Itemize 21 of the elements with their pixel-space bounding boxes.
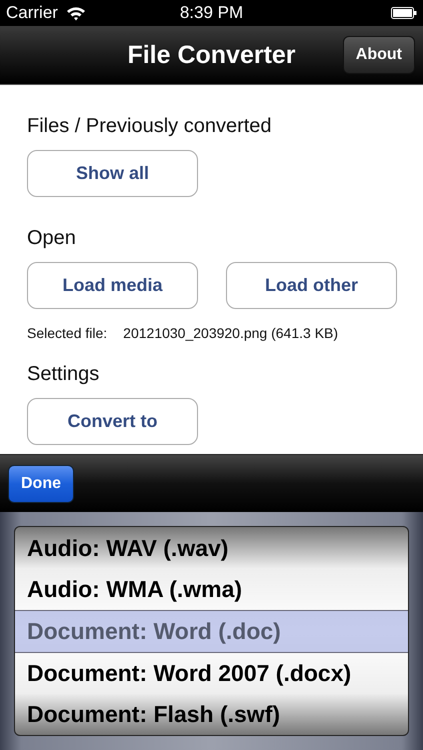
about-button[interactable]: About: [342, 36, 415, 74]
picker-option[interactable]: Document: Word (.doc): [15, 610, 408, 652]
action-button[interactable]: Load media: [27, 262, 198, 309]
picker-option[interactable]: Document: Word 2007 (.docx): [15, 652, 408, 694]
action-button[interactable]: Show all: [27, 150, 198, 197]
action-button[interactable]: Load other: [226, 262, 397, 309]
battery-icon: [391, 7, 417, 19]
wifi-icon: [66, 6, 86, 20]
screen-title: File Converter: [127, 40, 296, 70]
section-heading: Settings: [27, 363, 100, 386]
picker-option[interactable]: Audio: WAV (.wav): [15, 528, 408, 568]
done-button[interactable]: Done: [8, 464, 74, 502]
section-heading: Open: [27, 227, 77, 250]
section-heading: Files / Previously converted: [27, 115, 273, 138]
picker-option[interactable]: Audio: WMA (.wma): [15, 568, 408, 610]
clock: 8:39 PM: [180, 3, 244, 23]
carrier-label: Carrier: [6, 3, 58, 23]
action-button[interactable]: Convert to: [27, 398, 198, 445]
selected-file-label: Selected file:: [27, 325, 108, 341]
picker-option[interactable]: Document: Flash (.swf): [15, 694, 408, 734]
selected-file-name: 20121030_203920.png (641.3 KB): [123, 325, 338, 341]
